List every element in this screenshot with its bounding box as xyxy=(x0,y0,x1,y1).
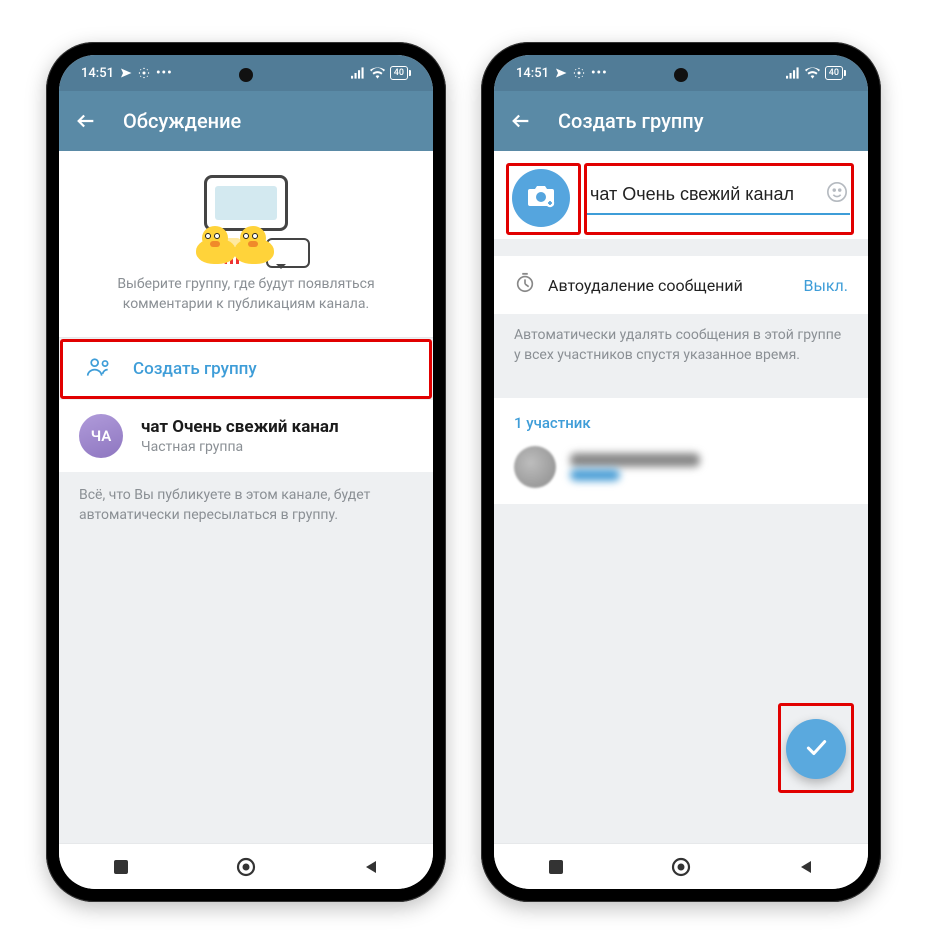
members-header: 1 участник xyxy=(494,398,868,440)
nav-home-icon[interactable] xyxy=(666,852,696,882)
hero-section: Выберите группу, где будут появляться ко… xyxy=(59,151,433,338)
app-bar: Обсуждение xyxy=(59,91,433,151)
status-time: 14:51 xyxy=(516,66,549,81)
signal-icon xyxy=(786,67,800,79)
member-row[interactable] xyxy=(494,440,868,504)
page-title: Обсуждение xyxy=(123,109,241,133)
group-name-section xyxy=(494,151,868,239)
phone-frame-1: 14:51 ••• 40 xyxy=(46,42,446,902)
timer-icon xyxy=(514,272,536,298)
more-status-icon: ••• xyxy=(156,66,173,81)
settings-status-icon xyxy=(573,67,585,79)
page-title: Создать группу xyxy=(558,109,704,133)
group-name-input[interactable] xyxy=(590,184,820,205)
back-arrow-icon[interactable] xyxy=(73,108,99,134)
nav-back-icon[interactable] xyxy=(356,852,386,882)
nav-recent-icon[interactable] xyxy=(106,852,136,882)
settings-status-icon xyxy=(138,67,150,79)
battery-icon: 40 xyxy=(825,66,846,80)
telegram-status-icon xyxy=(120,67,132,79)
signal-icon xyxy=(351,67,365,79)
check-icon xyxy=(803,734,829,764)
auto-delete-label: Автоудаление сообщений xyxy=(548,276,743,295)
create-group-row[interactable]: Создать группу xyxy=(60,339,432,399)
hero-hint-text: Выберите группу, где будут появляться ко… xyxy=(89,274,403,315)
battery-icon: 40 xyxy=(390,66,411,80)
footer-hint: Всё, что Вы публикуете в этом канале, бу… xyxy=(59,473,433,542)
auto-delete-row[interactable]: Автоудаление сообщений Выкл. xyxy=(494,255,868,315)
member-avatar xyxy=(514,446,556,488)
telegram-status-icon xyxy=(555,67,567,79)
auto-delete-hint: Автоматически удалять сообщения в этой г… xyxy=(494,313,868,382)
chat-avatar: ЧА xyxy=(79,414,123,458)
emoji-picker-icon[interactable] xyxy=(826,181,848,207)
group-name-field[interactable] xyxy=(586,182,850,215)
back-arrow-icon[interactable] xyxy=(508,108,534,134)
camera-icon xyxy=(527,184,555,212)
status-bar: 14:51 ••• 40 xyxy=(494,55,868,91)
auto-delete-value: Выкл. xyxy=(803,276,848,295)
wifi-icon xyxy=(805,67,820,79)
system-nav-bar xyxy=(59,843,433,889)
status-time: 14:51 xyxy=(81,66,114,81)
nav-recent-icon[interactable] xyxy=(541,852,571,882)
status-bar: 14:51 ••• 40 xyxy=(59,55,433,91)
member-name-blurred xyxy=(570,453,700,467)
hero-illustration xyxy=(186,169,306,264)
nav-back-icon[interactable] xyxy=(791,852,821,882)
nav-home-icon[interactable] xyxy=(231,852,261,882)
people-icon xyxy=(86,356,112,382)
member-status-blurred xyxy=(570,469,620,481)
create-group-label: Создать группу xyxy=(133,359,409,379)
confirm-fab[interactable] xyxy=(786,719,846,779)
wifi-icon xyxy=(370,67,385,79)
existing-chat-row[interactable]: ЧА чат Очень свежий канал Частная группа xyxy=(59,400,433,473)
phone-frame-2: 14:51 ••• 40 xyxy=(481,42,881,902)
system-nav-bar xyxy=(494,843,868,889)
set-photo-button[interactable] xyxy=(512,169,570,227)
chat-subtitle: Частная группа xyxy=(141,439,413,455)
more-status-icon: ••• xyxy=(591,66,608,81)
app-bar: Создать группу xyxy=(494,91,868,151)
chat-title: чат Очень свежий канал xyxy=(141,417,413,437)
